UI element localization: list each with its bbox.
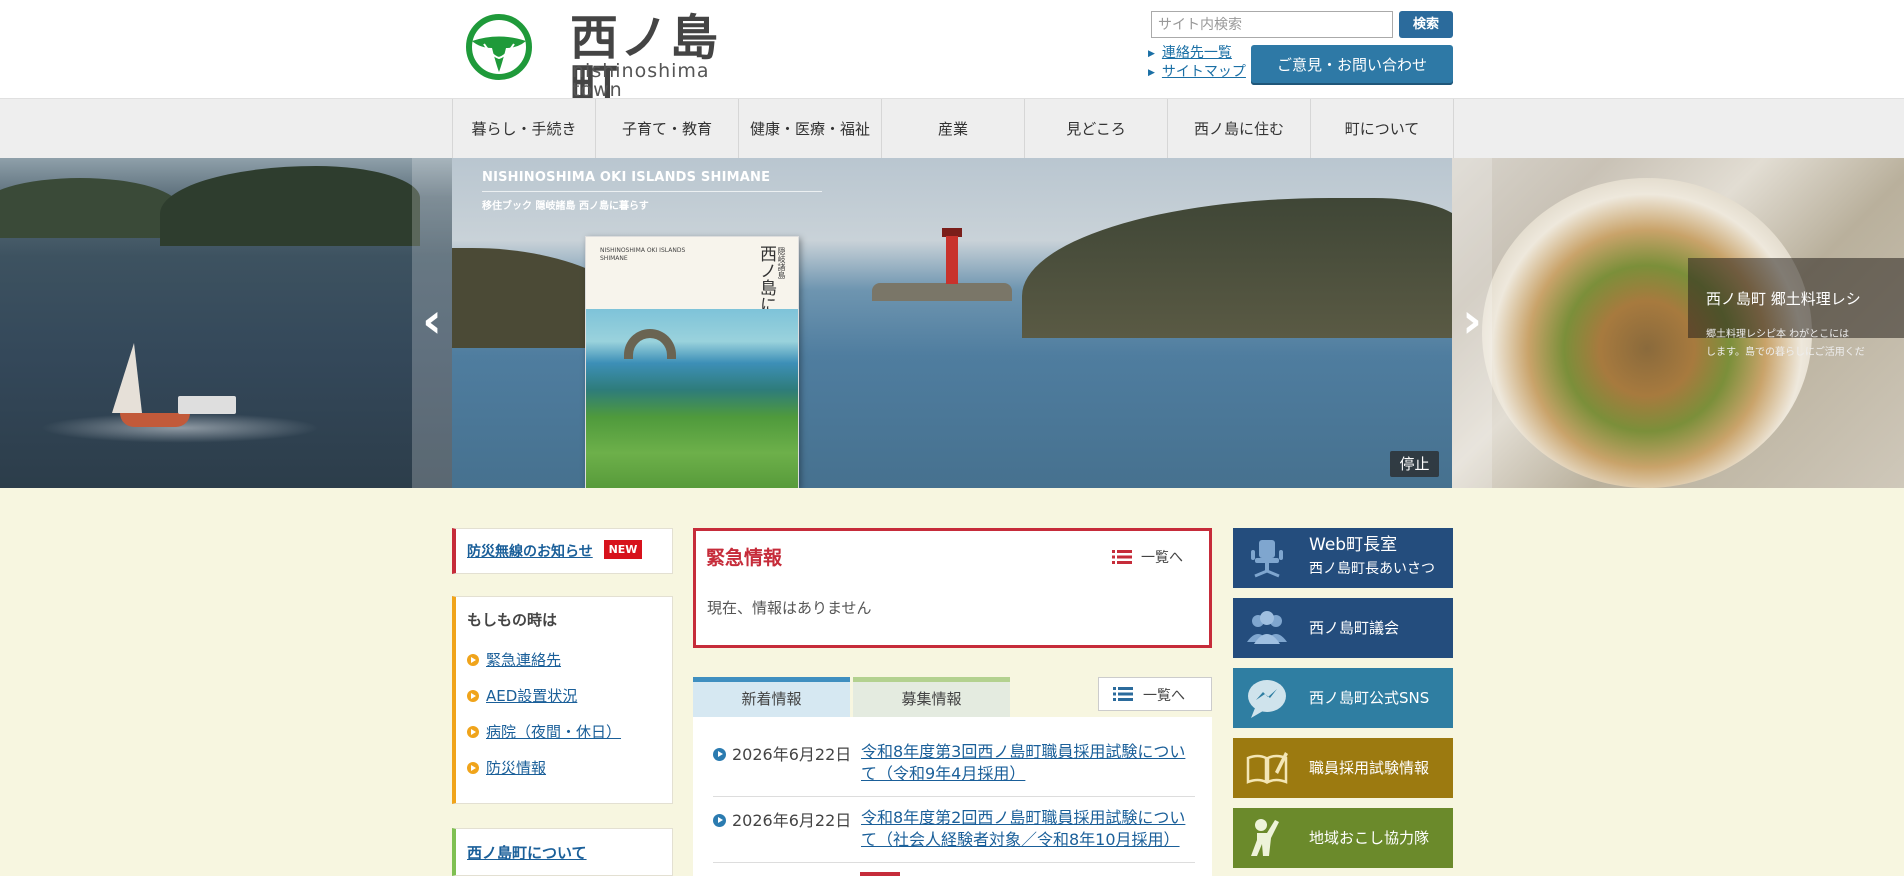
news-list-button[interactable]: 一覧へ (1098, 677, 1212, 711)
next-slide-text: 郷土料理レシピ本 わがとこには します。島での暮らしにご活用くだ (1706, 329, 1865, 358)
nav-item-relocation[interactable]: 西ノ島に住む (1168, 99, 1311, 159)
aed-locations-link[interactable]: AED設置状況 (467, 685, 577, 706)
arrow-bullet-icon (467, 762, 479, 774)
new-badge: NEW (604, 540, 642, 559)
book-label: 隠岐諸島 (777, 247, 786, 279)
urgent-list-label: 一覧へ (1141, 550, 1183, 566)
official-sns-title: 西ノ島町公式SNS (1309, 689, 1430, 707)
slide-kicker: NISHINOSHIMA OKI ISLANDS SHIMANE (482, 170, 771, 185)
slide-current[interactable]: NISHINOSHIMA OKI ISLANDS SHIMANE 移住ブック 隠… (452, 158, 1452, 488)
news-item: 2026年6月22日 令和8年度第2回西ノ島町職員採用試験について（社会人経験者… (713, 807, 1195, 863)
relocation-book-image: NISHINOSHIMA OKI ISLANDS SHIMANE 西ノ島に暮らす… (585, 236, 799, 488)
search-button[interactable]: 検索 (1399, 11, 1453, 38)
news-date: 2026年6月22日 (713, 807, 851, 831)
people-icon (1247, 611, 1287, 644)
urgent-info-title: 緊急情報 (706, 547, 783, 569)
arrow-bullet-icon (467, 690, 479, 702)
mayor-office-title: Web町長室 (1309, 535, 1398, 555)
contact-list-link[interactable]: ▶ 連絡先一覧 (1148, 44, 1232, 63)
slide-next-image: 西ノ島町 郷土料理レシ 郷土料理レシピ本 わがとこには します。島での暮らしにご活… (1452, 158, 1904, 488)
disaster-radio-link[interactable]: 防災無線のお知らせ (467, 541, 593, 561)
about-town-box: 西ノ島町について (452, 828, 673, 876)
hospital-link[interactable]: 病院（夜間・休日） (467, 721, 621, 742)
urgent-list-link[interactable]: 一覧へ (1112, 547, 1202, 569)
staff-recruitment-title: 職員採用試験情報 (1309, 759, 1430, 777)
town-council-banner[interactable]: 西ノ島町議会 (1233, 598, 1453, 658)
site-subtitle: nishinoshima town (572, 60, 710, 101)
list-icon (1113, 687, 1133, 701)
book-cover-text: NISHINOSHIMA OKI ISLANDS SHIMANE (600, 247, 686, 262)
hero-slider: NISHINOSHIMA OKI ISLANDS SHIMANE 移住ブック 隠… (0, 158, 1904, 488)
slider-next-arrow-icon[interactable]: › (1452, 286, 1492, 356)
arrow-bullet-icon (467, 654, 479, 666)
news-title-link[interactable]: 令和8年度第2回西ノ島町職員採用試験について（社会人経験者対象／令和8年10月採… (861, 807, 1195, 851)
staff-recruitment-banner[interactable]: 職員採用試験情報 (1233, 738, 1453, 798)
slider-prev-arrow-icon[interactable]: ‹ (412, 286, 452, 356)
site-header: 西ノ島町 nishinoshima town 検索 ▶ 連絡先一覧 ▶ サイトマップ… (0, 0, 1904, 110)
sitemap-link[interactable]: ▶ サイトマップ (1148, 63, 1246, 82)
mayor-office-banner[interactable]: Web町長室 西ノ島町長あいさつ (1233, 528, 1453, 588)
sitemap-label: サイトマップ (1161, 64, 1246, 80)
mayor-office-subtitle: 西ノ島町長あいさつ (1309, 561, 1435, 577)
about-town-link[interactable]: 西ノ島町について (467, 842, 587, 863)
nav-item-industry[interactable]: 産業 (882, 99, 1025, 159)
nav-item-childcare[interactable]: 子育て・教育 (596, 99, 739, 159)
regional-revitalization-banner[interactable]: 地域おこし協力隊 (1233, 808, 1453, 868)
global-nav: 暮らし・手続き 子育て・教育 健康・医療・福祉 産業 見どころ 西ノ島に住む 町… (0, 98, 1904, 159)
tab-recruitment[interactable]: 募集情報 (853, 677, 1010, 717)
nav-item-health[interactable]: 健康・医療・福祉 (739, 99, 882, 159)
town-emblem-icon (466, 14, 532, 80)
chair-icon (1251, 540, 1283, 578)
slide-prev-image (0, 158, 452, 488)
urgent-info-panel: 緊急情報 一覧へ 現在、情報はありません (693, 528, 1212, 648)
triangle-bullet-icon: ▶ (1148, 49, 1155, 59)
arrow-bullet-icon (713, 814, 726, 827)
lighthouse-image (946, 236, 958, 284)
regional-revitalization-title: 地域おこし協力隊 (1309, 829, 1430, 847)
nav-item-living[interactable]: 暮らし・手続き (453, 99, 596, 159)
triangle-bullet-icon: ▶ (1148, 68, 1155, 78)
emergency-box: もしもの時は 緊急連絡先 AED設置状況 病院（夜間・休日） 防災情報 (452, 596, 673, 804)
news-date: 2026年6月22日 (713, 741, 851, 765)
news-item: 2026年6月22日 令和8年度第3回西ノ島町職員採用試験について（令和9年4月… (713, 741, 1195, 797)
emergency-contacts-link[interactable]: 緊急連絡先 (467, 649, 561, 670)
site-search-input[interactable] (1151, 11, 1393, 38)
news-title-link[interactable]: 令和8年度第3回西ノ島町職員採用試験について（令和9年4月採用） (861, 741, 1195, 785)
official-sns-banner[interactable]: 西ノ島町公式SNS (1233, 668, 1453, 728)
disaster-info-link[interactable]: 防災情報 (467, 757, 546, 778)
chat-bubble-icon (1248, 680, 1286, 718)
site-logo[interactable]: 西ノ島町 nishinoshima town (466, 10, 766, 110)
inquiry-button[interactable]: ご意見・お問い合わせ (1251, 45, 1453, 85)
town-council-title: 西ノ島町議会 (1309, 619, 1400, 637)
news-list-label: 一覧へ (1143, 688, 1185, 704)
contact-list-label: 連絡先一覧 (1161, 45, 1232, 61)
tab-new-info[interactable]: 新着情報 (693, 677, 850, 717)
emergency-title: もしもの時は (467, 611, 558, 629)
cheering-person-icon (1251, 819, 1279, 856)
nav-item-about-town[interactable]: 町について (1311, 99, 1454, 159)
open-book-icon (1246, 752, 1288, 785)
nav-item-sightseeing[interactable]: 見どころ (1025, 99, 1168, 159)
news-list: 2026年6月22日 令和8年度第3回西ノ島町職員採用試験について（令和9年4月… (693, 717, 1212, 876)
slide-caption: 移住ブック 隠岐諸島 西ノ島に暮らす (482, 201, 649, 212)
slider-stop-button[interactable]: 停止 (1390, 451, 1439, 477)
disaster-radio-box: 防災無線のお知らせ NEW (452, 528, 673, 574)
next-slide-title: 西ノ島町 郷土料理レシ (1706, 290, 1861, 308)
arrow-bullet-icon (467, 726, 479, 738)
arrow-bullet-icon (713, 748, 726, 761)
list-icon (1112, 550, 1132, 564)
urgent-empty-message: 現在、情報はありません (707, 599, 872, 617)
